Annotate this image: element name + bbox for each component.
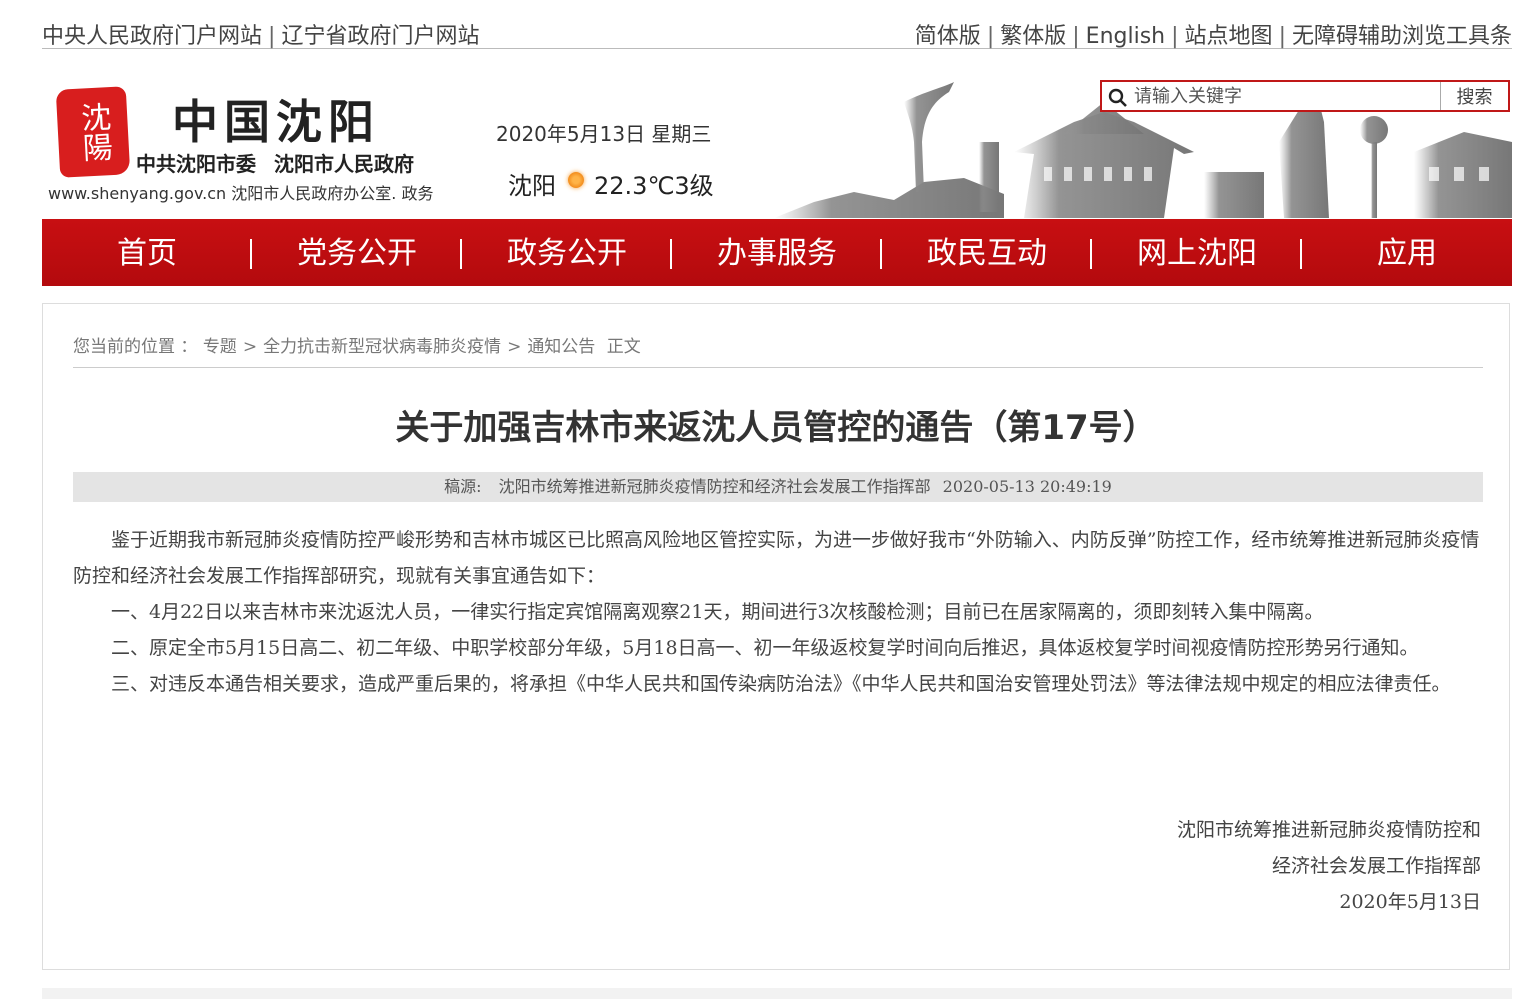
chevron-right-icon: >: [507, 337, 522, 357]
search-icon[interactable]: [1108, 88, 1128, 108]
separator: |: [986, 24, 995, 49]
article-title: 关于加强吉林市来返沈人员管控的通告（第17号）: [395, 408, 1157, 448]
external-links: 中央人民政府门户网站 | 辽宁省政府门户网站: [42, 18, 479, 50]
search-box: 搜索: [1100, 80, 1510, 112]
logo-subtitle: 中共沈阳市委 沈阳市人民政府: [136, 148, 432, 177]
article-body: 鉴于近期我市新冠肺炎疫情防控严峻形势和吉林市城区已比照高风险地区管控实际，为进一…: [73, 522, 1483, 702]
separator: |: [268, 24, 276, 49]
link-central-gov[interactable]: 中央人民政府门户网站: [42, 24, 262, 49]
article-paragraph: 二、原定全市5月15日高二、初二年级、中职学校部分年级，5月18日高一、初一年级…: [111, 637, 1419, 659]
article-meta: 稿源: 沈阳市统筹推进新冠肺炎疫情防控和经济社会发展工作指挥部 2020-05-1…: [73, 472, 1483, 502]
nav-party-affairs[interactable]: 党务公开: [252, 219, 462, 286]
nav-home[interactable]: 首页: [42, 219, 252, 286]
link-english[interactable]: English: [1086, 24, 1165, 49]
nav-online-shenyang[interactable]: 网上沈阳: [1092, 219, 1302, 286]
link-simplified[interactable]: 简体版: [915, 24, 981, 49]
weather-value: 22.3℃3级: [594, 172, 714, 200]
sun-icon: [568, 171, 584, 188]
article-source: 沈阳市统筹推进新冠肺炎疫情防控和经济社会发展工作指挥部: [498, 477, 931, 496]
search-input[interactable]: [1134, 84, 1434, 108]
link-sitemap[interactable]: 站点地图: [1185, 24, 1273, 49]
logo-government: 沈阳市人民政府: [274, 152, 414, 176]
separator: |: [1171, 24, 1179, 49]
weather-widget: 沈阳 22.3℃3级: [508, 166, 714, 201]
logo-title[interactable]: 中国沈阳: [172, 86, 380, 152]
city-seal-logo[interactable]: 沈陽: [55, 86, 131, 178]
breadcrumb-notices[interactable]: 通知公告: [527, 337, 595, 357]
breadcrumb-covid[interactable]: 全力抗击新型冠状病毒肺炎疫情: [263, 337, 501, 357]
chevron-right-icon: >: [242, 337, 258, 357]
footer-strip: [42, 988, 1512, 999]
signature-line: 沈阳市统筹推进新冠肺炎疫情防控和: [1176, 819, 1481, 841]
breadcrumb-topic[interactable]: 专题: [203, 337, 237, 357]
separator: |: [1278, 24, 1286, 49]
breadcrumb-current: 正文: [606, 337, 641, 357]
top-link-bar: 中央人民政府门户网站 | 辽宁省政府门户网站 简体版 | 繁体版 | English | 站点地…: [42, 14, 1512, 49]
site-tools: 简体版 | 繁体版 | English | 站点地图 | 无障碍辅助浏览工具条: [915, 18, 1512, 50]
breadcrumb: 您当前的位置 ： 专题 > 全力抗击新型冠状病毒肺炎疫情 > 通知公告 正文: [73, 332, 641, 357]
signature-line: 经济社会发展工作指挥部: [1271, 855, 1481, 877]
nav-apps[interactable]: 应用: [1302, 219, 1512, 286]
breadcrumb-prefix: 您当前的位置 ：: [73, 337, 198, 357]
article-datetime: 2020-05-13 20:49:19: [942, 477, 1112, 496]
source-label: 稿源:: [444, 477, 482, 496]
nav-interaction[interactable]: 政民互动: [882, 219, 1092, 286]
nav-services[interactable]: 办事服务: [672, 219, 882, 286]
search-button[interactable]: 搜索: [1440, 82, 1508, 110]
link-accessibility[interactable]: 无障碍辅助浏览工具条: [1292, 24, 1512, 49]
link-liaoning-gov[interactable]: 辽宁省政府门户网站: [281, 24, 479, 49]
weather-city: 沈阳: [508, 172, 556, 200]
nav-gov-affairs[interactable]: 政务公开: [462, 219, 672, 286]
main-nav: 首页 党务公开 政务公开 办事服务 政民互动 网上沈阳 应用: [42, 219, 1512, 286]
current-date: 2020年5月13日 星期三: [496, 122, 712, 146]
article-paragraph: 一、4月22日以来吉林市来沈返沈人员，一律实行指定宾馆隔离观察21天，期间进行3…: [111, 601, 1324, 623]
logo-url: www.shenyang.gov.cn 沈阳市人民政府办公室. 政务: [48, 184, 434, 203]
article-panel: 您当前的位置 ： 专题 > 全力抗击新型冠状病毒肺炎疫情 > 通知公告 正文 关于加强吉…: [42, 303, 1510, 970]
link-traditional[interactable]: 繁体版: [1000, 24, 1066, 49]
divider: [73, 367, 1483, 368]
article-paragraph: 三、对违反本通告相关要求，造成严重后果的，将承担《中华人民共和国传染病防治法》《…: [111, 673, 1451, 695]
logo-party-committee: 中共沈阳市委: [136, 152, 256, 176]
separator: |: [1072, 24, 1080, 49]
article-paragraph: 鉴于近期我市新冠肺炎疫情防控严峻形势和吉林市城区已比照高风险地区管控实际，为进一…: [73, 529, 1480, 587]
signature-date: 2020年5月13日: [1339, 891, 1481, 913]
article-signature: 沈阳市统筹推进新冠肺炎疫情防控和 经济社会发展工作指挥部 2020年5月13日: [1177, 812, 1481, 920]
